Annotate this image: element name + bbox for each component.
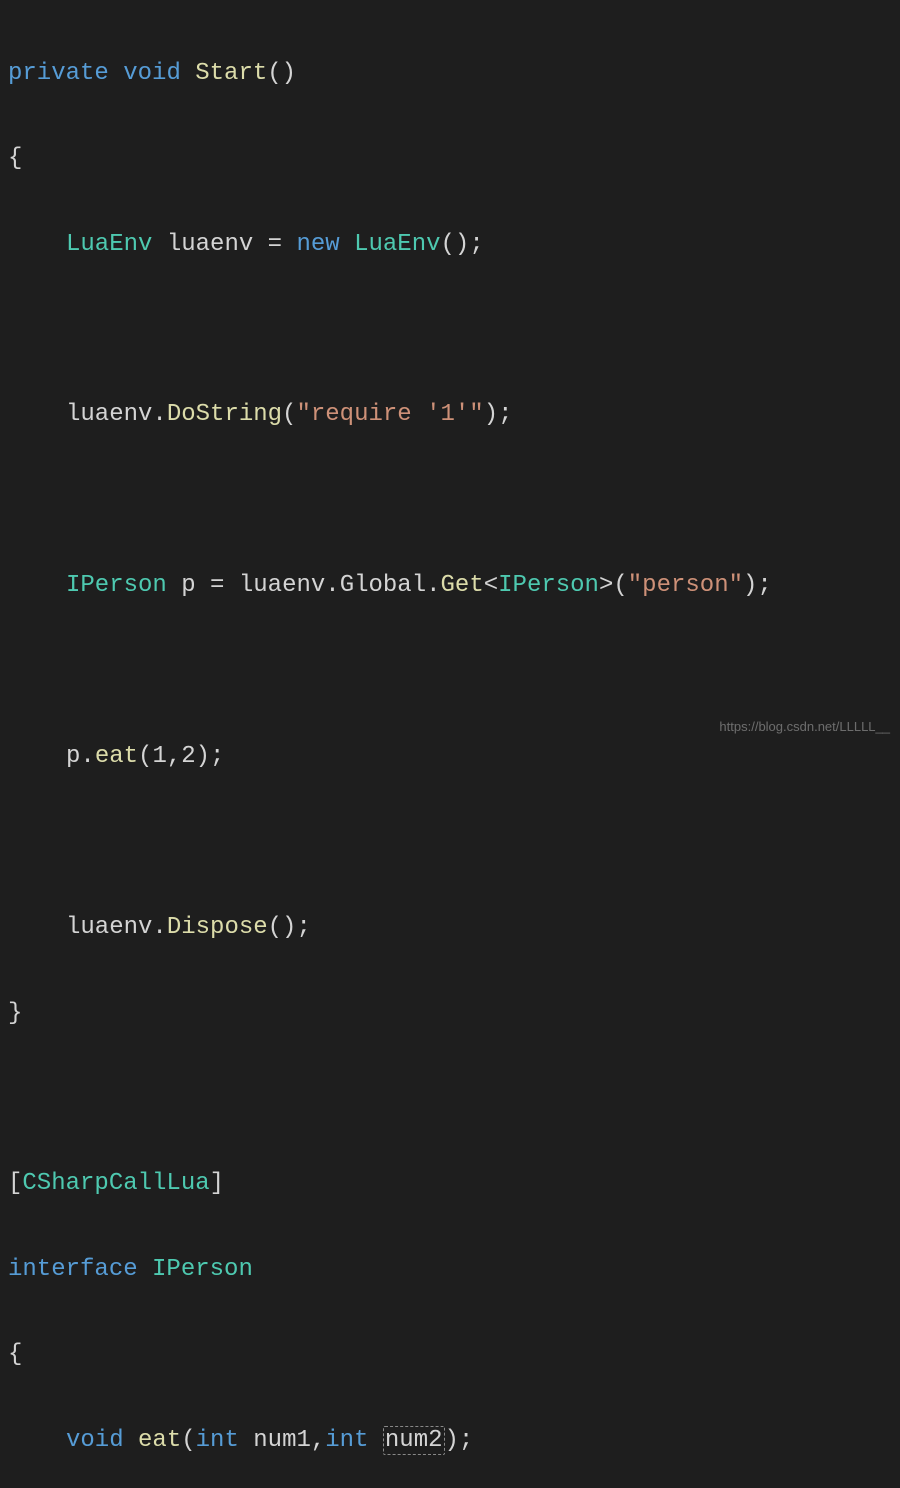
- code-line: [CSharpCallLua]: [8, 1163, 892, 1206]
- variable: luaenv: [66, 401, 152, 428]
- angle: >: [599, 572, 613, 599]
- variable: luaenv: [66, 914, 152, 941]
- number: 1: [152, 743, 166, 770]
- method: eat: [95, 743, 138, 770]
- paren: (): [267, 60, 296, 87]
- paren: ();: [441, 231, 484, 258]
- generic-type: IPerson: [498, 572, 599, 599]
- type-keyword: int: [325, 1427, 368, 1454]
- dot: .: [152, 401, 166, 428]
- brace-close: }: [8, 993, 892, 1036]
- paren: (: [138, 743, 152, 770]
- variable: luaenv: [167, 231, 253, 258]
- code-line: luaenv.DoString("require '1'");: [8, 394, 892, 437]
- code-line: IPerson p = luaenv.Global.Get<IPerson>("…: [8, 565, 892, 608]
- code-line: luaenv.Dispose();: [8, 907, 892, 950]
- number: 2: [181, 743, 195, 770]
- paren: );: [743, 572, 772, 599]
- type-keyword: int: [196, 1427, 239, 1454]
- variable: p: [66, 743, 80, 770]
- parameter-selected: num2: [383, 1426, 445, 1455]
- variable: luaenv: [239, 572, 325, 599]
- code-block: private void Start() { LuaEnv luaenv = n…: [0, 0, 900, 1488]
- comma: ,: [167, 743, 181, 770]
- type: IPerson: [152, 1256, 253, 1283]
- blank-line: [8, 822, 892, 865]
- paren: (: [613, 572, 627, 599]
- type: LuaEnv: [66, 231, 152, 258]
- dot: .: [426, 572, 440, 599]
- paren: );: [445, 1427, 474, 1454]
- keyword: private: [8, 60, 109, 87]
- type: LuaEnv: [354, 231, 440, 258]
- code-line: private void Start(): [8, 53, 892, 96]
- paren: (: [181, 1427, 195, 1454]
- equals: =: [210, 572, 224, 599]
- method: Dispose: [167, 914, 268, 941]
- dot: .: [152, 914, 166, 941]
- method: DoString: [167, 401, 282, 428]
- paren: );: [196, 743, 225, 770]
- paren: );: [484, 401, 513, 428]
- paren: ();: [268, 914, 311, 941]
- string: "person": [628, 572, 743, 599]
- keyword: void: [66, 1427, 124, 1454]
- bracket: [: [8, 1170, 22, 1197]
- type: IPerson: [66, 572, 167, 599]
- code-line: p.eat(1,2);: [8, 736, 892, 779]
- brace-open: {: [8, 1334, 892, 1377]
- angle: <: [484, 572, 498, 599]
- watermark-text: https://blog.csdn.net/LLLLL__: [719, 719, 890, 734]
- blank-line: [8, 309, 892, 352]
- code-line: void eat(int num1,int num2);: [8, 1420, 892, 1463]
- method: eat: [138, 1427, 181, 1454]
- attribute: CSharpCallLua: [22, 1170, 209, 1197]
- brace-open: {: [8, 138, 892, 181]
- blank-line: [8, 651, 892, 694]
- method: Get: [441, 572, 484, 599]
- property: Global: [340, 572, 426, 599]
- code-line: LuaEnv luaenv = new LuaEnv();: [8, 224, 892, 267]
- function-name: Start: [195, 60, 267, 87]
- dot: .: [325, 572, 339, 599]
- keyword: void: [123, 60, 181, 87]
- equals: =: [268, 231, 282, 258]
- dot: .: [80, 743, 94, 770]
- blank-line: [8, 1078, 892, 1121]
- keyword: interface: [8, 1256, 138, 1283]
- keyword: new: [296, 231, 339, 258]
- code-line: interface IPerson: [8, 1249, 892, 1292]
- blank-line: [8, 480, 892, 523]
- paren: (: [282, 401, 296, 428]
- bracket: ]: [210, 1170, 224, 1197]
- variable: p: [181, 572, 195, 599]
- comma: ,: [311, 1427, 325, 1454]
- parameter: num1: [253, 1427, 311, 1454]
- string: "require '1'": [296, 401, 483, 428]
